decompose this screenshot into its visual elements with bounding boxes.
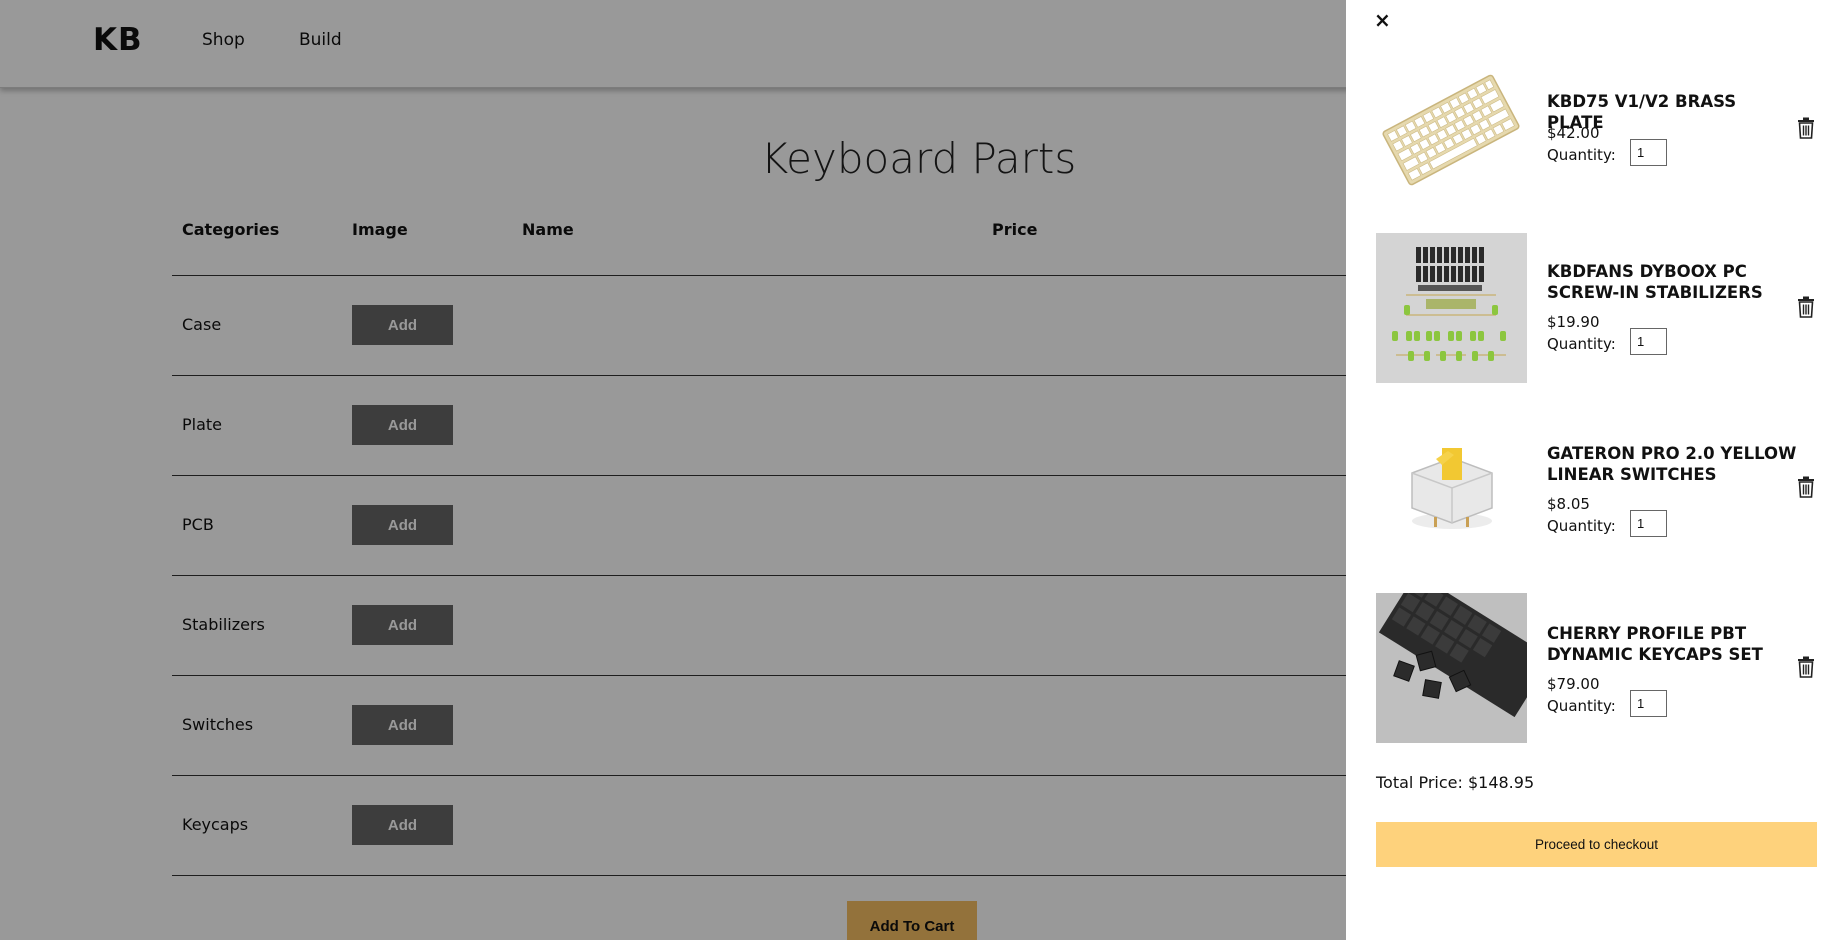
cart-total-price: Total Price: $148.95 (1376, 773, 1535, 792)
quantity-label: Quantity: (1547, 697, 1616, 715)
trash-icon[interactable] (1797, 296, 1815, 318)
cart-item: GATERON PRO 2.0 YELLOW LINEAR SWITCHES $… (1376, 413, 1821, 563)
quantity-input[interactable] (1630, 690, 1667, 717)
cart-item: CHERRY PROFILE PBT DYNAMIC KEYCAPS SET $… (1376, 593, 1821, 743)
proceed-to-checkout-button[interactable]: Proceed to checkout (1376, 822, 1817, 867)
switch-image (1376, 413, 1527, 563)
cart-item-price: $8.05 (1547, 495, 1590, 513)
brass-plate-image (1376, 55, 1527, 205)
trash-icon[interactable] (1797, 476, 1815, 498)
quantity-input[interactable] (1630, 139, 1667, 166)
close-icon[interactable]: × (1374, 8, 1391, 32)
stabilizers-image (1376, 233, 1527, 383)
trash-icon[interactable] (1797, 656, 1815, 678)
cart-item-price: $79.00 (1547, 675, 1600, 693)
quantity-input[interactable] (1630, 510, 1667, 537)
quantity-input[interactable] (1630, 328, 1667, 355)
cart-item-name: KBDFANS DYBOOX PC SCREW-IN STABILIZERS (1547, 262, 1763, 302)
quantity-label: Quantity: (1547, 517, 1616, 535)
cart-item-price: $42.00 (1547, 124, 1600, 142)
trash-icon[interactable] (1797, 117, 1815, 139)
cart-item-name: GATERON PRO 2.0 YELLOW LINEAR SWITCHES (1547, 444, 1797, 484)
keycaps-image (1376, 593, 1527, 743)
quantity-label: Quantity: (1547, 335, 1616, 353)
quantity-label: Quantity: (1547, 146, 1616, 164)
cart-item-price: $19.90 (1547, 313, 1600, 331)
cart-item-name: CHERRY PROFILE PBT DYNAMIC KEYCAPS SET (1547, 624, 1763, 664)
cart-item: KBD75 V1/V2 BRASS PLATE $42.00 Quantity: (1376, 55, 1821, 205)
cart-item: KBDFANS DYBOOX PC SCREW-IN STABILIZERS $… (1376, 233, 1821, 383)
